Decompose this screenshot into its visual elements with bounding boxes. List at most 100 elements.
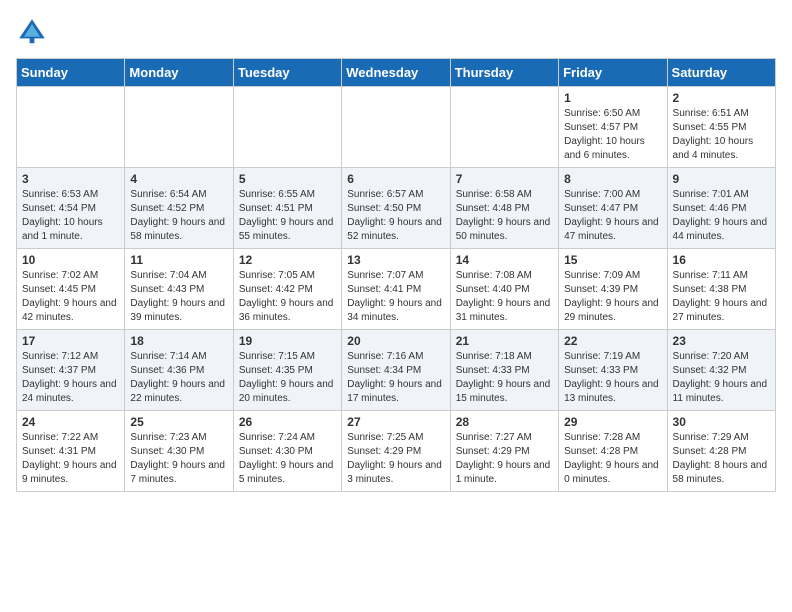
calendar-day-cell: 11Sunrise: 7:04 AM Sunset: 4:43 PM Dayli… (125, 249, 233, 330)
day-number: 30 (673, 415, 770, 429)
day-info: Sunrise: 6:55 AM Sunset: 4:51 PM Dayligh… (239, 188, 336, 244)
calendar-day-cell: 6 Sunrise: 6:57 AM Sunset: 4:50 PM Daylig… (342, 168, 450, 249)
day-number: 4 (130, 172, 227, 186)
day-info: Sunrise: 7:22 AM Sunset: 4:31 PM Dayligh… (22, 431, 119, 487)
day-number: 26 (239, 415, 336, 429)
day-info: Sunrise: 7:08 AM Sunset: 4:40 PM Dayligh… (456, 269, 553, 325)
day-number: 11 (130, 253, 227, 267)
calendar-day-cell: 3 Sunrise: 6:53 AM Sunset: 4:54 PM Daylig… (17, 168, 125, 249)
calendar-day-cell: 20 Sunrise: 7:16 AM Sunset: 4:34 PM Dayli… (342, 330, 450, 411)
day-number: 8 (564, 172, 661, 186)
day-info: Sunrise: 6:58 AM Sunset: 4:48 PM Dayligh… (456, 188, 553, 244)
day-info: Sunrise: 7:14 AM Sunset: 4:36 PM Dayligh… (130, 350, 227, 406)
calendar-day-cell: 16 Sunrise: 7:11 AM Sunset: 4:38 PM Dayli… (667, 249, 775, 330)
day-info: Sunrise: 6:53 AM Sunset: 4:54 PM Dayligh… (22, 188, 119, 244)
calendar-day-header: Monday (125, 59, 233, 87)
day-info: Sunrise: 7:28 AM Sunset: 4:28 PM Dayligh… (564, 431, 661, 487)
calendar-day-cell: 17 Sunrise: 7:12 AM Sunset: 4:37 PM Dayli… (17, 330, 125, 411)
day-number: 19 (239, 334, 336, 348)
day-info: Sunrise: 6:54 AM Sunset: 4:52 PM Dayligh… (130, 188, 227, 244)
day-number: 15 (564, 253, 661, 267)
day-info: Sunrise: 7:02 AM Sunset: 4:45 PM Dayligh… (22, 269, 119, 325)
day-info: Sunrise: 7:01 AM Sunset: 4:46 PM Dayligh… (673, 188, 770, 244)
day-info: Sunrise: 7:15 AM Sunset: 4:35 PM Dayligh… (239, 350, 336, 406)
day-info: Sunrise: 7:12 AM Sunset: 4:37 PM Dayligh… (22, 350, 119, 406)
day-number: 28 (456, 415, 553, 429)
day-info: Sunrise: 6:51 AM Sunset: 4:55 PM Dayligh… (673, 107, 770, 163)
day-info: Sunrise: 7:19 AM Sunset: 4:33 PM Dayligh… (564, 350, 661, 406)
day-number: 17 (22, 334, 119, 348)
day-number: 18 (130, 334, 227, 348)
day-info: Sunrise: 7:18 AM Sunset: 4:33 PM Dayligh… (456, 350, 553, 406)
day-number: 23 (673, 334, 770, 348)
calendar-day-header: Friday (559, 59, 667, 87)
logo (16, 16, 52, 48)
day-number: 27 (347, 415, 444, 429)
day-number: 6 (347, 172, 444, 186)
calendar-day-cell: 9 Sunrise: 7:01 AM Sunset: 4:46 PM Daylig… (667, 168, 775, 249)
calendar-week-row: 24 Sunrise: 7:22 AM Sunset: 4:31 PM Dayli… (17, 411, 776, 492)
day-info: Sunrise: 7:16 AM Sunset: 4:34 PM Dayligh… (347, 350, 444, 406)
calendar-day-cell: 4 Sunrise: 6:54 AM Sunset: 4:52 PM Daylig… (125, 168, 233, 249)
day-number: 2 (673, 91, 770, 105)
calendar-table: SundayMondayTuesdayWednesdayThursdayFrid… (16, 58, 776, 492)
calendar-day-cell: 2 Sunrise: 6:51 AM Sunset: 4:55 PM Daylig… (667, 87, 775, 168)
day-info: Sunrise: 7:29 AM Sunset: 4:28 PM Dayligh… (673, 431, 770, 487)
calendar-day-cell: 15 Sunrise: 7:09 AM Sunset: 4:39 PM Dayli… (559, 249, 667, 330)
calendar-day-header: Thursday (450, 59, 558, 87)
day-number: 9 (673, 172, 770, 186)
day-number: 21 (456, 334, 553, 348)
calendar-day-cell: 5 Sunrise: 6:55 AM Sunset: 4:51 PM Daylig… (233, 168, 341, 249)
calendar-week-row: 17 Sunrise: 7:12 AM Sunset: 4:37 PM Dayli… (17, 330, 776, 411)
day-number: 22 (564, 334, 661, 348)
day-info: Sunrise: 7:20 AM Sunset: 4:32 PM Dayligh… (673, 350, 770, 406)
calendar-day-cell: 29 Sunrise: 7:28 AM Sunset: 4:28 PM Dayli… (559, 411, 667, 492)
calendar-day-cell: 27 Sunrise: 7:25 AM Sunset: 4:29 PM Dayli… (342, 411, 450, 492)
day-number: 1 (564, 91, 661, 105)
day-number: 20 (347, 334, 444, 348)
calendar-week-row: 10 Sunrise: 7:02 AM Sunset: 4:45 PM Dayli… (17, 249, 776, 330)
calendar-day-cell: 24 Sunrise: 7:22 AM Sunset: 4:31 PM Dayli… (17, 411, 125, 492)
calendar-day-header: Tuesday (233, 59, 341, 87)
day-number: 12 (239, 253, 336, 267)
calendar-day-cell: 23 Sunrise: 7:20 AM Sunset: 4:32 PM Dayli… (667, 330, 775, 411)
day-info: Sunrise: 6:57 AM Sunset: 4:50 PM Dayligh… (347, 188, 444, 244)
day-number: 29 (564, 415, 661, 429)
day-info: Sunrise: 7:24 AM Sunset: 4:30 PM Dayligh… (239, 431, 336, 487)
day-number: 13 (347, 253, 444, 267)
calendar-day-cell: 7 Sunrise: 6:58 AM Sunset: 4:48 PM Daylig… (450, 168, 558, 249)
day-number: 10 (22, 253, 119, 267)
day-info: Sunrise: 7:09 AM Sunset: 4:39 PM Dayligh… (564, 269, 661, 325)
calendar-day-cell (233, 87, 341, 168)
day-info: Sunrise: 7:11 AM Sunset: 4:38 PM Dayligh… (673, 269, 770, 325)
day-info: Sunrise: 6:50 AM Sunset: 4:57 PM Dayligh… (564, 107, 661, 163)
calendar-week-row: 1 Sunrise: 6:50 AM Sunset: 4:57 PM Daylig… (17, 87, 776, 168)
calendar-day-cell: 22 Sunrise: 7:19 AM Sunset: 4:33 PM Dayli… (559, 330, 667, 411)
day-number: 16 (673, 253, 770, 267)
day-number: 24 (22, 415, 119, 429)
calendar-day-header: Saturday (667, 59, 775, 87)
day-info: Sunrise: 7:23 AM Sunset: 4:30 PM Dayligh… (130, 431, 227, 487)
page-header (16, 16, 776, 48)
calendar-day-cell: 12 Sunrise: 7:05 AM Sunset: 4:42 PM Dayli… (233, 249, 341, 330)
calendar-header-row: SundayMondayTuesdayWednesdayThursdayFrid… (17, 59, 776, 87)
day-info: Sunrise: 7:00 AM Sunset: 4:47 PM Dayligh… (564, 188, 661, 244)
calendar-day-cell: 21 Sunrise: 7:18 AM Sunset: 4:33 PM Dayli… (450, 330, 558, 411)
day-number: 3 (22, 172, 119, 186)
calendar-day-cell: 19 Sunrise: 7:15 AM Sunset: 4:35 PM Dayli… (233, 330, 341, 411)
day-number: 14 (456, 253, 553, 267)
calendar-week-row: 3 Sunrise: 6:53 AM Sunset: 4:54 PM Daylig… (17, 168, 776, 249)
calendar-day-cell: 18 Sunrise: 7:14 AM Sunset: 4:36 PM Dayli… (125, 330, 233, 411)
calendar-day-cell: 30 Sunrise: 7:29 AM Sunset: 4:28 PM Dayli… (667, 411, 775, 492)
calendar-day-cell: 14 Sunrise: 7:08 AM Sunset: 4:40 PM Dayli… (450, 249, 558, 330)
day-number: 7 (456, 172, 553, 186)
day-number: 5 (239, 172, 336, 186)
day-info: Sunrise: 7:25 AM Sunset: 4:29 PM Dayligh… (347, 431, 444, 487)
calendar-day-cell: 28Sunrise: 7:27 AM Sunset: 4:29 PM Dayli… (450, 411, 558, 492)
calendar-day-cell (125, 87, 233, 168)
calendar-day-cell: 26 Sunrise: 7:24 AM Sunset: 4:30 PM Dayli… (233, 411, 341, 492)
calendar-day-cell: 13 Sunrise: 7:07 AM Sunset: 4:41 PM Dayli… (342, 249, 450, 330)
calendar-day-header: Sunday (17, 59, 125, 87)
day-info: Sunrise: 7:05 AM Sunset: 4:42 PM Dayligh… (239, 269, 336, 325)
day-info: Sunrise: 7:07 AM Sunset: 4:41 PM Dayligh… (347, 269, 444, 325)
